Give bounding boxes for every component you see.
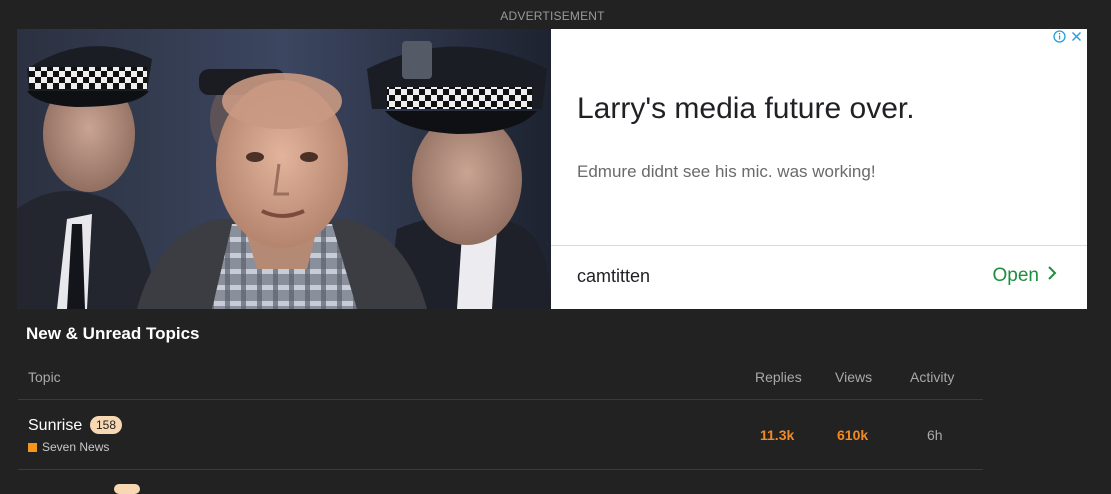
ad-open-label: Open — [992, 265, 1039, 286]
category-color-swatch — [28, 442, 37, 452]
ad-advertiser-name[interactable]: camtitten — [577, 266, 650, 287]
category-name: Seven News — [42, 440, 110, 454]
advertisement-banner[interactable]: Larry's media future over. Edmure didnt … — [17, 29, 1087, 309]
ad-description[interactable]: Edmure didnt see his mic. was working! — [577, 162, 876, 182]
advertisement-label: ADVERTISEMENT — [500, 9, 605, 23]
chevron-right-icon — [1047, 265, 1057, 287]
ad-photo[interactable] — [17, 29, 551, 309]
ad-content[interactable]: Larry's media future over. Edmure didnt … — [551, 29, 1087, 309]
topic-list-header: Topic Replies Views Activity — [18, 360, 983, 400]
ad-divider — [551, 245, 1087, 246]
category-link[interactable]: Seven News — [28, 440, 109, 454]
next-row-badge-partial — [114, 484, 140, 494]
info-icon[interactable] — [1053, 30, 1066, 43]
column-header-topic[interactable]: Topic — [28, 369, 61, 385]
ad-headline[interactable]: Larry's media future over. — [577, 92, 915, 126]
close-icon[interactable] — [1070, 30, 1083, 43]
views-count[interactable]: 610k — [837, 427, 868, 443]
topic-row[interactable]: Sunrise 158 Seven News 11.3k 610k 6h — [18, 400, 983, 470]
replies-count[interactable]: 11.3k — [760, 427, 794, 443]
section-title: New & Unread Topics — [26, 324, 200, 343]
ad-choices[interactable] — [1053, 30, 1083, 43]
activity-time[interactable]: 6h — [927, 427, 943, 443]
ad-open-button[interactable]: Open — [993, 265, 1057, 287]
unread-count-badge[interactable]: 158 — [90, 416, 123, 434]
column-header-activity[interactable]: Activity — [910, 369, 954, 385]
column-header-replies[interactable]: Replies — [755, 369, 802, 385]
column-header-views[interactable]: Views — [835, 369, 872, 385]
topic-title-link[interactable]: Sunrise — [28, 417, 82, 435]
